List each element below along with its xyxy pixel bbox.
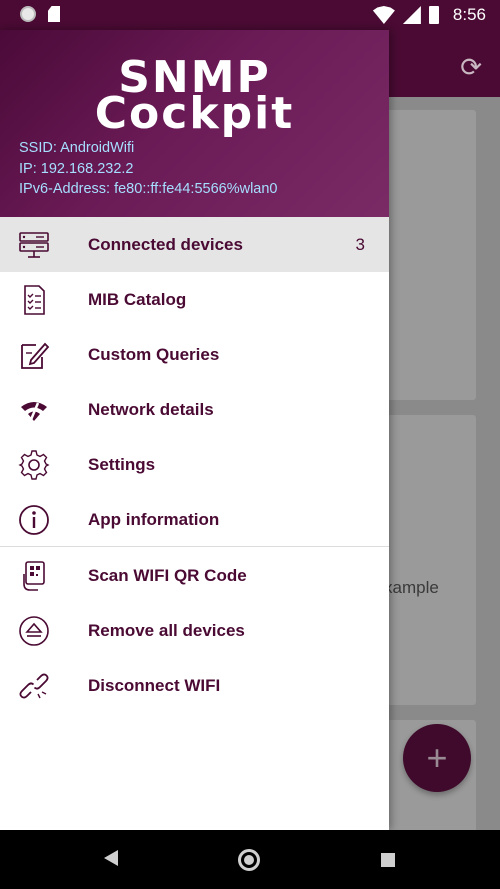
cell-signal-icon xyxy=(402,6,421,24)
add-device-button[interactable]: + xyxy=(403,724,471,792)
device-card[interactable] xyxy=(380,110,476,400)
status-time: 8:56 xyxy=(452,5,486,24)
wifi-signal-icon xyxy=(372,6,395,24)
menu-item-label: Disconnect WIFI xyxy=(88,675,221,695)
menu-item-connected-devices[interactable]: Connected devices 3 xyxy=(0,217,389,272)
menu-item-mib-catalog[interactable]: MIB Catalog xyxy=(0,272,389,327)
navigation-drawer: SNMP Cockpit SSID: AndroidWifi IP: 192.1… xyxy=(0,30,389,830)
drawer-header: SNMP Cockpit SSID: AndroidWifi IP: 192.1… xyxy=(0,30,389,217)
wifi-off-icon xyxy=(18,394,50,426)
menu-item-label: Remove all devices xyxy=(88,620,245,640)
menu-item-custom-queries[interactable]: Custom Queries xyxy=(0,327,389,382)
back-icon[interactable] xyxy=(104,850,118,866)
menu-item-label: Connected devices xyxy=(88,234,243,254)
menu-item-app-information[interactable]: App information xyxy=(0,492,389,547)
info-icon xyxy=(18,504,50,536)
menu-item-label: Scan WIFI QR Code xyxy=(88,565,247,585)
device-card[interactable] xyxy=(380,415,476,705)
menu-item-remove-all-devices[interactable]: Remove all devices xyxy=(0,603,389,658)
battery-icon xyxy=(428,6,439,24)
sd-card-icon xyxy=(48,6,60,22)
refresh-icon[interactable]: ⟳ xyxy=(460,52,482,83)
menu-item-label: Network details xyxy=(88,399,214,419)
menu-item-settings[interactable]: Settings xyxy=(0,437,389,492)
menu-item-network-details[interactable]: Network details xyxy=(0,382,389,437)
home-icon[interactable] xyxy=(238,849,260,871)
gear-icon xyxy=(18,449,50,481)
notification-icon xyxy=(20,6,36,22)
recent-apps-icon[interactable] xyxy=(381,853,395,867)
status-bar: 8:56 xyxy=(0,0,500,30)
menu-item-scan-wifi-qr[interactable]: Scan WIFI QR Code xyxy=(0,548,389,603)
card-text: xample xyxy=(384,578,439,597)
menu-item-label: MIB Catalog xyxy=(88,289,187,309)
app-logo-line2: Cockpit xyxy=(94,88,295,139)
menu-item-disconnect-wifi[interactable]: Disconnect WIFI xyxy=(0,658,389,713)
broken-link-icon xyxy=(18,670,50,702)
menu-divider xyxy=(0,546,389,547)
ipv6-text: IPv6-Address: fe80::ff:fe44:5566%wlan0 xyxy=(19,181,278,197)
edit-document-icon xyxy=(18,339,50,371)
menu-item-label: App information xyxy=(88,509,220,529)
server-icon xyxy=(18,229,50,261)
eject-icon xyxy=(18,615,50,647)
menu-item-label: Settings xyxy=(88,454,156,474)
menu-item-label: Custom Queries xyxy=(88,344,220,364)
ip-text: IP: 192.168.232.2 xyxy=(19,161,134,177)
ssid-text: SSID: AndroidWifi xyxy=(19,140,135,156)
qr-scan-icon xyxy=(18,560,50,592)
system-nav-bar xyxy=(0,830,500,889)
device-count-badge: 3 xyxy=(355,234,365,254)
checklist-icon xyxy=(18,284,50,316)
